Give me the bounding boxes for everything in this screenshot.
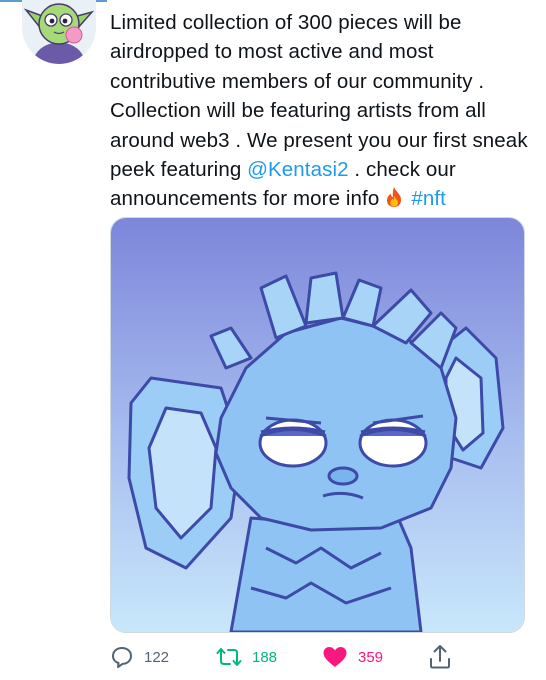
retweet-icon xyxy=(216,648,242,666)
tweet-body: Limited collection of 300 pieces will be… xyxy=(110,11,528,182)
share-button[interactable] xyxy=(428,642,452,672)
like-count: 359 xyxy=(358,648,384,666)
reply-button[interactable]: 122 xyxy=(110,642,169,672)
reply-count: 122 xyxy=(144,648,170,666)
nft-artwork xyxy=(111,218,524,632)
reply-icon xyxy=(112,647,132,668)
tweet-media-image[interactable] xyxy=(110,217,525,633)
heart-icon xyxy=(323,647,347,667)
retweet-button[interactable]: 188 xyxy=(216,642,277,672)
like-button[interactable]: 359 xyxy=(322,642,383,672)
share-icon xyxy=(430,645,450,669)
retweet-count: 188 xyxy=(252,648,278,666)
tweet-actions: 122 188 359 xyxy=(110,642,530,672)
avatar[interactable] xyxy=(22,0,96,64)
fire-emoji xyxy=(387,187,402,208)
mention-link[interactable]: @Kentasi2 xyxy=(247,158,349,181)
tweet-text: Limited collection of 300 pieces will be… xyxy=(110,8,535,214)
avatar-image xyxy=(22,0,96,64)
hashtag-link[interactable]: #nft xyxy=(411,187,446,210)
